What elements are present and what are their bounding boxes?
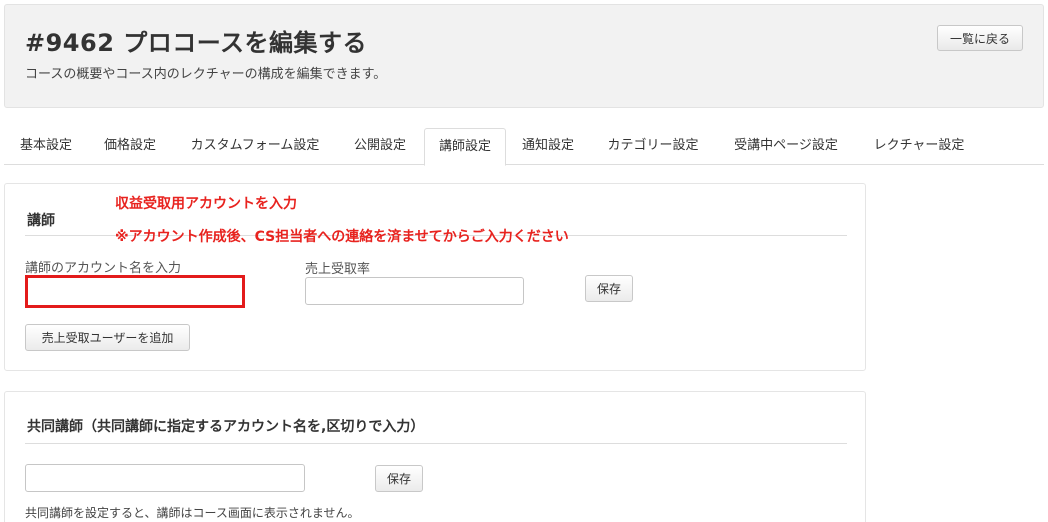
co-instructor-panel: 共同講師（共同講師に指定するアカウント名を,区切りで入力） 保存 共同講師を設定… bbox=[4, 391, 866, 522]
page-header: #9462 プロコースを編集する コースの概要やコース内のレクチャーの構成を編集… bbox=[4, 4, 1044, 108]
co-instructor-divider bbox=[25, 443, 847, 444]
tab-basic-settings[interactable]: 基本設定 bbox=[16, 128, 76, 165]
co-instructor-note: 共同講師を設定すると、講師はコース画面に表示されません。 bbox=[25, 506, 360, 520]
tab-publish-settings[interactable]: 公開設定 bbox=[350, 128, 410, 165]
revenue-rate-input[interactable] bbox=[305, 277, 524, 305]
tab-category-settings[interactable]: カテゴリー設定 bbox=[602, 128, 704, 165]
co-instructor-heading: 共同講師（共同講師に指定するアカウント名を,区切りで入力） bbox=[27, 419, 425, 435]
account-name-label: 講師のアカウント名を入力 bbox=[25, 261, 182, 276]
page-title: #9462 プロコースを編集する bbox=[25, 29, 368, 57]
tab-notification-settings[interactable]: 通知設定 bbox=[518, 128, 578, 165]
tab-lecture-settings[interactable]: レクチャー設定 bbox=[868, 128, 970, 165]
tab-in-course-page-settings[interactable]: 受講中ページ設定 bbox=[728, 128, 844, 165]
page-subtitle: コースの概要やコース内のレクチャーの構成を編集できます。 bbox=[25, 67, 387, 82]
instructor-heading: 講師 bbox=[27, 213, 55, 229]
revenue-account-annotation: 収益受取用アカウントを入力 bbox=[115, 196, 297, 212]
co-instructor-save-button[interactable]: 保存 bbox=[375, 465, 423, 492]
co-instructor-input[interactable] bbox=[25, 464, 305, 492]
instructor-save-button[interactable]: 保存 bbox=[585, 275, 633, 302]
back-to-list-button[interactable]: 一覧に戻る bbox=[937, 25, 1023, 51]
instructor-panel: 講師 収益受取用アカウントを入力 ※アカウント作成後、CS担当者への連絡を済ませ… bbox=[4, 183, 866, 371]
revenue-rate-label: 売上受取率 bbox=[305, 262, 371, 277]
tab-price-settings[interactable]: 価格設定 bbox=[100, 128, 160, 165]
settings-tabs: 基本設定 価格設定 カスタムフォーム設定 公開設定 講師設定 通知設定 カテゴリ… bbox=[4, 128, 1044, 166]
tab-custom-form-settings[interactable]: カスタムフォーム設定 bbox=[184, 128, 326, 165]
add-revenue-user-button[interactable]: 売上受取ユーザーを追加 bbox=[25, 324, 190, 351]
account-name-input[interactable] bbox=[25, 275, 245, 308]
contact-cs-annotation: ※アカウント作成後、CS担当者への連絡を済ませてからご入力ください bbox=[115, 229, 569, 245]
tab-instructor-settings[interactable]: 講師設定 bbox=[424, 128, 506, 166]
